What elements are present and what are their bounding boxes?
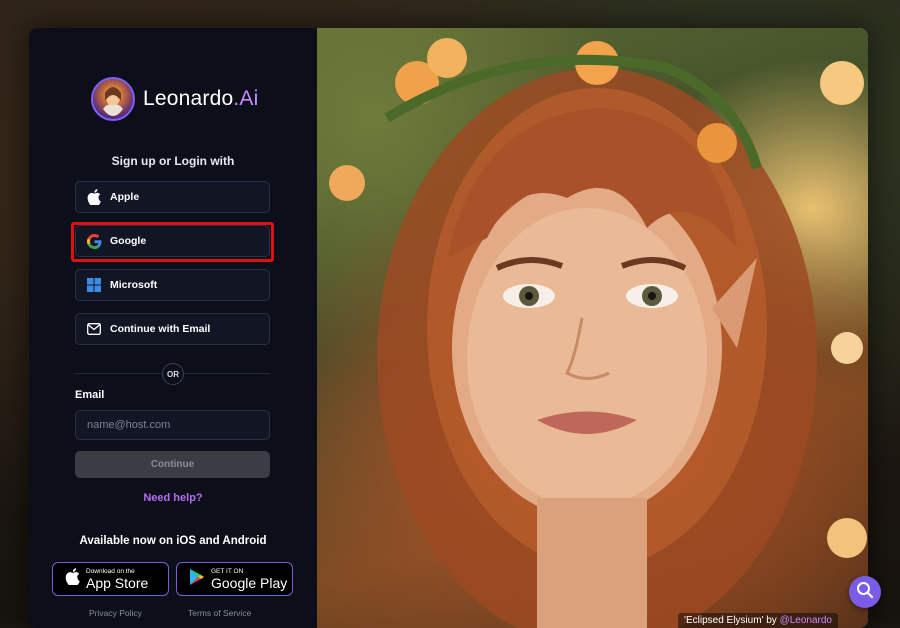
email-input[interactable] — [75, 410, 270, 440]
login-modal: Leonardo.Ai Sign up or Login with Apple … — [29, 28, 868, 628]
app-store-text: Download on the App Store — [86, 568, 148, 591]
apple-login-label: Apple — [110, 191, 140, 203]
google-icon — [86, 233, 102, 249]
microsoft-login-button[interactable]: Microsoft — [75, 269, 270, 301]
continue-button[interactable]: Continue — [75, 451, 270, 478]
featured-image: 'Eclipsed Elysium' by @Leonardo — [317, 28, 868, 628]
logo-avatar-icon — [91, 77, 135, 121]
email-login-label: Continue with Email — [110, 323, 211, 335]
google-play-big-text: Google Play — [211, 574, 288, 591]
google-play-icon — [189, 568, 205, 591]
google-login-button[interactable]: Google — [75, 225, 270, 257]
or-label: OR — [162, 363, 184, 385]
image-caption-title: 'Eclipsed Elysium' by — [684, 615, 780, 626]
microsoft-icon — [86, 277, 102, 293]
google-play-text: GET IT ON Google Play — [211, 568, 287, 591]
apple-login-button[interactable]: Apple — [75, 181, 270, 213]
brand-logo: Leonardo.Ai — [91, 77, 258, 121]
microsoft-login-label: Microsoft — [110, 279, 158, 291]
brand-name: Leonardo.Ai — [143, 87, 259, 110]
email-login-button[interactable]: Continue with Email — [75, 313, 270, 345]
portrait-illustration — [329, 38, 867, 628]
need-help-link[interactable]: Need help? — [29, 492, 317, 504]
app-store-big-text: App Store — [86, 574, 149, 591]
auth-heading: Sign up or Login with — [111, 154, 235, 168]
mail-icon — [86, 321, 102, 337]
image-author-link[interactable]: @Leonardo — [780, 615, 832, 626]
google-login-label: Google — [110, 235, 147, 247]
search-icon — [856, 581, 874, 604]
apple-icon — [86, 189, 102, 205]
terms-of-service-link[interactable]: Terms of Service — [188, 608, 251, 618]
privacy-policy-link[interactable]: Privacy Policy — [89, 608, 142, 618]
google-play-button[interactable]: GET IT ON Google Play — [176, 562, 293, 596]
search-button[interactable] — [849, 576, 881, 608]
email-label: Email — [75, 389, 105, 401]
image-caption: 'Eclipsed Elysium' by @Leonardo — [678, 613, 838, 628]
auth-panel: Leonardo.Ai Sign up or Login with Apple … — [29, 28, 317, 628]
app-store-button[interactable]: Download on the App Store — [52, 562, 169, 596]
apple-store-icon — [65, 568, 80, 590]
apps-heading: Available now on iOS and Android — [79, 535, 267, 547]
